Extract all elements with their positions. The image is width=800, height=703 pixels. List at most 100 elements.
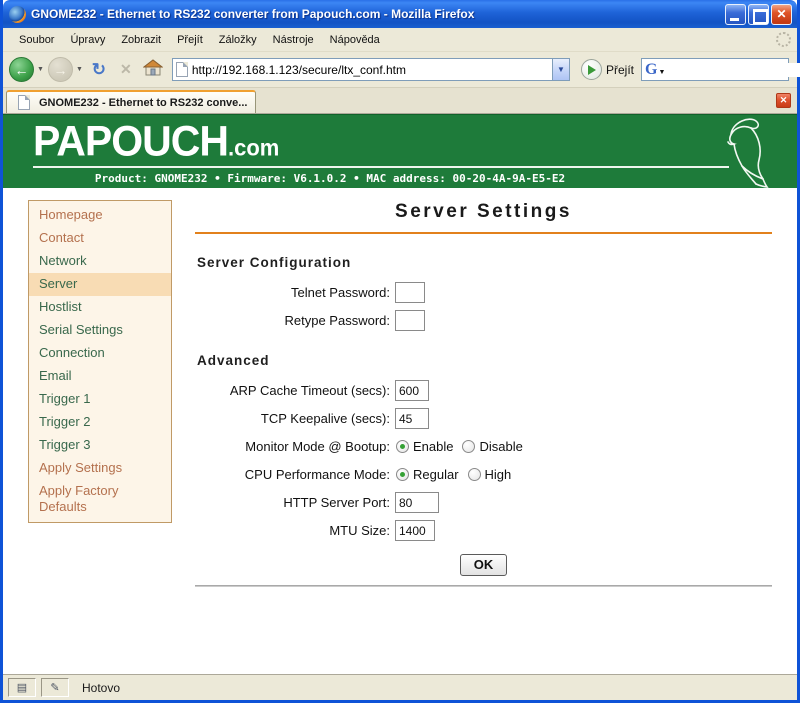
cpu-performance-regular-radio[interactable] — [396, 468, 409, 481]
tab-title: GNOME232 - Ethernet to RS232 conve... — [39, 97, 247, 109]
section-advanced: Advanced — [197, 353, 772, 368]
close-button[interactable]: ✕ — [771, 4, 792, 25]
monitor-mode-enable-label: Enable — [413, 439, 453, 454]
menu-prejit[interactable]: Přejít — [169, 31, 211, 49]
browser-window: GNOME232 - Ethernet to RS232 converter f… — [0, 0, 800, 703]
cpu-performance-high-label: High — [485, 467, 512, 482]
parrot-icon — [709, 116, 771, 188]
arp-cache-timeout-label: ARP Cache Timeout (secs): — [195, 383, 395, 398]
status-text: Hotovo — [82, 681, 120, 695]
url-dropdown-icon[interactable]: ▼ — [552, 59, 569, 80]
sidebar-item-contact[interactable]: Contact — [29, 227, 171, 250]
sidebar-item-trigger-3[interactable]: Trigger 3 — [29, 434, 171, 457]
forward-button[interactable]: → — [48, 57, 73, 82]
sidebar-item-homepage[interactable]: Homepage — [29, 204, 171, 227]
ok-button[interactable]: OK — [460, 554, 508, 576]
sidebar-item-serial-settings[interactable]: Serial Settings — [29, 319, 171, 342]
tcp-keepalive-label: TCP Keepalive (secs): — [195, 411, 395, 426]
telnet-password-label: Telnet Password: — [195, 285, 395, 300]
mtu-size-field[interactable] — [395, 520, 435, 541]
throbber-icon — [776, 32, 791, 47]
tab-page-icon — [18, 95, 30, 110]
title-bar: GNOME232 - Ethernet to RS232 converter f… — [3, 0, 797, 28]
sidebar-item-hostlist[interactable]: Hostlist — [29, 296, 171, 319]
tab-active[interactable]: GNOME232 - Ethernet to RS232 conve... — [6, 90, 256, 113]
telnet-password-row: Telnet Password: — [195, 281, 772, 304]
menu-soubor[interactable]: Soubor — [11, 31, 62, 49]
mtu-size-row: MTU Size: — [195, 519, 772, 542]
papouch-logo: PAPOUCH.com — [33, 117, 279, 166]
go-icon — [581, 59, 602, 80]
address-bar[interactable]: ▼ — [172, 58, 570, 81]
firefox-icon — [9, 6, 26, 23]
sidebar-item-email[interactable]: Email — [29, 365, 171, 388]
http-server-port-row: HTTP Server Port: — [195, 491, 772, 514]
sidebar-menu: Homepage Contact Network Server Hostlist… — [28, 200, 172, 523]
cpu-performance-row: CPU Performance Mode: Regular High — [195, 463, 772, 486]
settings-form: Server Settings Server Configuration Tel… — [195, 188, 772, 587]
back-button[interactable]: ← — [9, 57, 34, 82]
telnet-password-field[interactable] — [395, 282, 425, 303]
maximize-button[interactable] — [748, 4, 769, 25]
http-server-port-field[interactable] — [395, 492, 439, 513]
search-box[interactable]: G ▼ — [641, 58, 789, 81]
sidebar-item-network[interactable]: Network — [29, 250, 171, 273]
menu-zalozky[interactable]: Záložky — [211, 31, 265, 49]
page-icon — [176, 62, 188, 77]
monitor-mode-label: Monitor Mode @ Bootup: — [195, 439, 395, 454]
retype-password-field[interactable] — [395, 310, 425, 331]
navigation-toolbar: ← ▼ → ▼ ↻ ✕ ▼ Přejít G ▼ — [3, 52, 797, 88]
bottom-rule — [195, 585, 772, 587]
monitor-mode-disable-label: Disable — [479, 439, 522, 454]
google-icon: G — [645, 61, 657, 79]
cpu-performance-label: CPU Performance Mode: — [195, 467, 395, 482]
close-tab-button[interactable]: ✕ — [776, 93, 791, 108]
arp-cache-timeout-field[interactable] — [395, 380, 429, 401]
status-bar: ▤ ✎ Hotovo — [3, 674, 797, 700]
header-rule — [33, 166, 729, 168]
forward-dropdown-icon[interactable]: ▼ — [76, 66, 83, 73]
retype-password-label: Retype Password: — [195, 313, 395, 328]
monitor-mode-disable-radio[interactable] — [462, 440, 475, 453]
section-server-configuration: Server Configuration — [197, 255, 772, 270]
tcp-keepalive-row: TCP Keepalive (secs): — [195, 407, 772, 430]
cpu-performance-regular-label: Regular — [413, 467, 459, 482]
go-label: Přejít — [606, 63, 634, 77]
stop-button[interactable]: ✕ — [114, 61, 138, 78]
menu-napoveda[interactable]: Nápověda — [322, 31, 388, 49]
bookmarks-panel-icon: ▤ — [8, 678, 36, 697]
browser-viewport: PAPOUCH.com Product: GNOME232 • Firmware… — [3, 114, 797, 674]
site-header: PAPOUCH.com Product: GNOME232 • Firmware… — [3, 114, 797, 188]
sidebar-item-server[interactable]: Server — [29, 273, 171, 296]
http-server-port-label: HTTP Server Port: — [195, 495, 395, 510]
menu-bar: Soubor Úpravy Zobrazit Přejít Záložky Ná… — [3, 28, 797, 52]
retype-password-row: Retype Password: — [195, 309, 772, 332]
monitor-mode-enable-radio[interactable] — [396, 440, 409, 453]
minimize-button[interactable] — [725, 4, 746, 25]
sidebar-item-apply-settings[interactable]: Apply Settings — [29, 457, 171, 480]
product-info: Product: GNOME232 • Firmware: V6.1.0.2 •… — [63, 172, 597, 185]
menu-upravy[interactable]: Úpravy — [62, 31, 113, 49]
sidebar-item-trigger-1[interactable]: Trigger 1 — [29, 388, 171, 411]
mtu-size-label: MTU Size: — [195, 523, 395, 538]
search-input[interactable] — [669, 63, 800, 77]
page-title: Server Settings — [195, 201, 772, 223]
home-button[interactable] — [141, 59, 165, 81]
reload-button[interactable]: ↻ — [87, 60, 111, 80]
sidebar-item-trigger-2[interactable]: Trigger 2 — [29, 411, 171, 434]
sidebar-item-apply-factory-defaults[interactable]: Apply Factory Defaults — [29, 480, 171, 519]
menu-nastroje[interactable]: Nástroje — [265, 31, 322, 49]
back-dropdown-icon[interactable]: ▼ — [37, 66, 44, 73]
search-engine-dropdown-icon[interactable]: ▼ — [658, 69, 665, 76]
menu-zobrazit[interactable]: Zobrazit — [113, 31, 169, 49]
sidebar-item-connection[interactable]: Connection — [29, 342, 171, 365]
tab-bar: GNOME232 - Ethernet to RS232 conve... ✕ — [3, 88, 797, 114]
page-content: Homepage Contact Network Server Hostlist… — [3, 188, 797, 674]
monitor-mode-row: Monitor Mode @ Bootup: Enable Disable — [195, 435, 772, 458]
cpu-performance-high-radio[interactable] — [468, 468, 481, 481]
tcp-keepalive-field[interactable] — [395, 408, 429, 429]
go-button[interactable]: Přejít — [577, 59, 638, 80]
url-input[interactable] — [192, 63, 552, 77]
window-title: GNOME232 - Ethernet to RS232 converter f… — [31, 7, 723, 21]
home-icon — [143, 59, 163, 76]
